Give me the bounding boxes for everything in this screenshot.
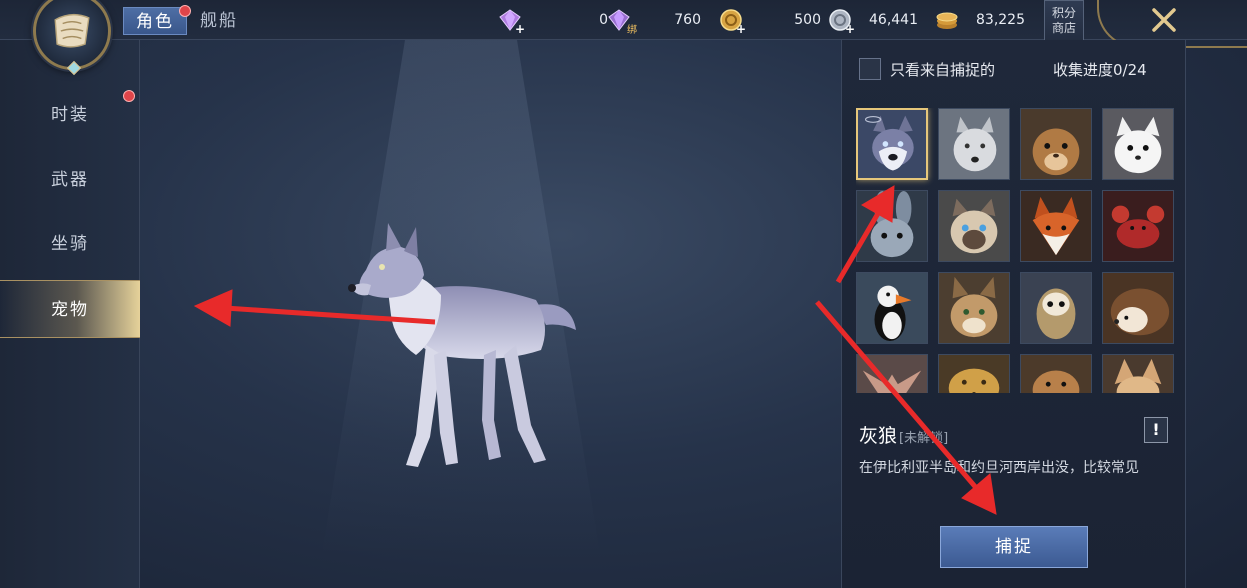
currency-silver-coin[interactable]: + 46,441 <box>828 7 918 36</box>
map-scroll-icon <box>54 13 90 48</box>
currency-coin-stack: 83,225 <box>935 7 1025 33</box>
pet-name: 灰狼 [未解锁] <box>859 421 948 448</box>
owl-icon <box>1021 273 1091 343</box>
silver-coin-icon: + <box>828 8 855 36</box>
bound-badge: 绑 <box>627 25 637 36</box>
puffin-icon <box>857 273 927 343</box>
pet-cell-fennec[interactable] <box>1102 354 1174 393</box>
sidebar-item-pets[interactable]: 宠物 <box>0 280 140 338</box>
rabbit-icon <box>857 191 927 261</box>
tab-ship[interactable]: 舰船 <box>188 7 250 35</box>
pet-grid[interactable] <box>856 108 1176 393</box>
gray-wolf-model <box>348 223 576 467</box>
pet-cell-hedgehog[interactable] <box>1102 272 1174 344</box>
white-fox-icon <box>1103 109 1173 179</box>
currency-value: 83,225 <box>976 12 1025 28</box>
currency-value: 0 <box>599 12 608 28</box>
currency-purple-diamond[interactable]: + 0 <box>498 7 608 36</box>
add-icon: + <box>514 22 525 36</box>
pet-cell-rabbit[interactable] <box>856 190 928 262</box>
pet-cell-white-wolf[interactable] <box>938 108 1010 180</box>
currency-value: 46,441 <box>869 12 918 28</box>
pet-cell-lynx[interactable] <box>938 272 1010 344</box>
purple-diamond-icon: + <box>498 8 525 36</box>
bat-icon <box>857 355 927 393</box>
capture-button[interactable]: 捕捉 <box>940 526 1088 568</box>
pet-description: 在伊比利亚半岛和约旦河西岸出没，比较常见 <box>859 460 1139 476</box>
fashion-notify-dot <box>123 90 135 102</box>
pet-cell-hamster[interactable] <box>1020 354 1092 393</box>
hamster-icon <box>1021 355 1091 393</box>
pet-cell-cat[interactable] <box>938 190 1010 262</box>
captured-only-label: 只看来自捕捉的 <box>890 61 996 79</box>
crab-icon <box>1103 191 1173 261</box>
bound-diamond-icon: 绑 <box>607 8 637 36</box>
lynx-icon <box>939 273 1009 343</box>
pet-name-text: 灰狼 <box>859 425 898 447</box>
red-fox-icon <box>1021 191 1091 261</box>
pet-cell-marmot[interactable] <box>1020 108 1092 180</box>
pet-info-button[interactable]: ! <box>1144 417 1168 443</box>
shop-label-line2: 商店 <box>1051 21 1076 35</box>
currency-gold-coin[interactable]: + 500 <box>719 7 821 36</box>
shop-label-line1: 积分 <box>1051 6 1076 20</box>
sidebar-item-weapons[interactable]: 武器 <box>0 151 140 209</box>
collection-progress: 收集进度0/24 <box>1053 61 1147 79</box>
add-icon: + <box>844 22 855 36</box>
pet-collection-panel: 只看来自捕捉的 收集进度0/24 灰狼 [未解锁] ! 在伊比利亚半岛和约旦河西… <box>841 40 1186 588</box>
pet-cell-owl[interactable] <box>1020 272 1092 344</box>
pet-cell-red-fox[interactable] <box>1020 190 1092 262</box>
husky-icon <box>858 110 926 178</box>
currency-value: 500 <box>794 12 821 28</box>
close-button[interactable] <box>1148 4 1180 36</box>
pet-cell-crab[interactable] <box>1102 190 1174 262</box>
pet-cell-white-fox[interactable] <box>1102 108 1174 180</box>
points-shop-button[interactable]: 积分 商店 <box>1044 0 1084 42</box>
top-bar: 角色 舰船 + 0 绑 760 + 500 + 46,441 83,225 积分… <box>0 0 1247 48</box>
cat-icon <box>939 191 1009 261</box>
sidebar: 时装 武器 坐骑 宠物 <box>0 40 140 588</box>
coin-stack-icon <box>935 8 959 32</box>
currency-value: 760 <box>674 12 701 28</box>
currency-bound-diamond: 绑 760 <box>607 7 701 36</box>
hedgehog-icon <box>1103 273 1173 343</box>
pet-cell-husky[interactable] <box>856 108 928 180</box>
white-wolf-icon <box>939 109 1009 179</box>
tab-role[interactable]: 角色 <box>123 7 187 35</box>
pet-cell-puffin[interactable] <box>856 272 928 344</box>
captured-only-checkbox[interactable] <box>859 58 881 80</box>
close-icon <box>1152 8 1176 32</box>
sidebar-item-fashion[interactable]: 时装 <box>0 86 140 144</box>
sidebar-item-mounts[interactable]: 坐骑 <box>0 215 140 273</box>
pet-preview-stage[interactable] <box>141 40 841 588</box>
pet-cell-leopard[interactable] <box>938 354 1010 393</box>
pet-cell-bat[interactable] <box>856 354 928 393</box>
pet-lock-state: [未解锁] <box>899 431 949 446</box>
marmot-icon <box>1021 109 1091 179</box>
add-icon: + <box>735 22 746 36</box>
gold-coin-icon: + <box>719 8 746 36</box>
fennec-icon <box>1103 355 1173 393</box>
leopard-icon <box>939 355 1009 393</box>
